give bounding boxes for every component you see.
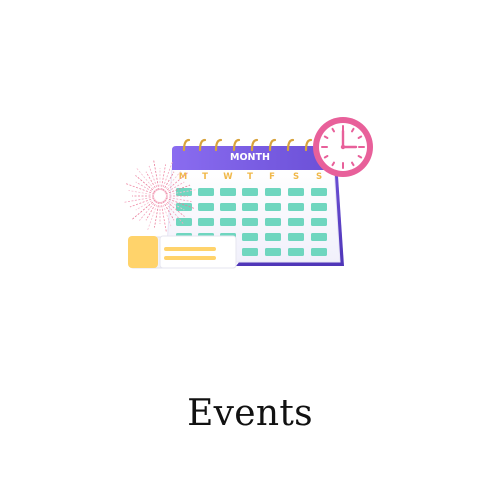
weekday-label: T bbox=[202, 172, 208, 182]
day-cell bbox=[311, 203, 327, 211]
day-cell bbox=[242, 218, 258, 226]
clock-tick bbox=[357, 135, 363, 139]
calendar-month-label: MONTH bbox=[230, 152, 270, 163]
weekday-label: F bbox=[269, 172, 275, 182]
firework-spark bbox=[145, 200, 158, 221]
clock-tick bbox=[323, 155, 329, 159]
day-cell bbox=[265, 218, 281, 226]
day-cell bbox=[265, 188, 281, 196]
day-cell bbox=[311, 188, 327, 196]
day-cell bbox=[220, 188, 236, 196]
weekday-label: M bbox=[179, 172, 187, 182]
day-cell bbox=[311, 248, 327, 256]
events-card: MONTH M T W T F S S Events bbox=[0, 0, 500, 500]
firework-spark bbox=[145, 171, 158, 192]
weekday-label: S bbox=[293, 172, 299, 182]
firework-spark bbox=[135, 181, 156, 194]
day-cell bbox=[265, 233, 281, 241]
day-cell bbox=[242, 203, 258, 211]
day-cell bbox=[288, 233, 304, 241]
day-cell bbox=[288, 248, 304, 256]
day-cell bbox=[198, 188, 214, 196]
day-cell bbox=[198, 203, 214, 211]
weekday-label: T bbox=[247, 172, 253, 182]
clock-tick bbox=[357, 155, 363, 159]
day-cell bbox=[242, 233, 258, 241]
clock-tick bbox=[331, 127, 335, 133]
weekday-label: S bbox=[316, 172, 322, 182]
day-cell bbox=[176, 218, 192, 226]
clock-tick bbox=[331, 161, 335, 167]
day-cell bbox=[288, 218, 304, 226]
clock-tick bbox=[351, 161, 355, 167]
day-cell bbox=[242, 248, 258, 256]
weekday-label: W bbox=[223, 172, 233, 182]
clock-icon bbox=[313, 117, 373, 177]
ticket-icon bbox=[128, 235, 237, 269]
events-title: Events bbox=[187, 393, 313, 434]
day-cell bbox=[311, 218, 327, 226]
day-cell bbox=[265, 203, 281, 211]
clock-tick bbox=[351, 127, 355, 133]
day-cell bbox=[288, 203, 304, 211]
day-cell bbox=[220, 203, 236, 211]
day-cell bbox=[220, 218, 236, 226]
firework-spark bbox=[135, 198, 156, 211]
day-cell bbox=[311, 233, 327, 241]
day-cell bbox=[288, 188, 304, 196]
day-cell bbox=[242, 188, 258, 196]
clock-tick bbox=[323, 135, 329, 139]
day-cell bbox=[198, 218, 214, 226]
day-cell bbox=[265, 248, 281, 256]
